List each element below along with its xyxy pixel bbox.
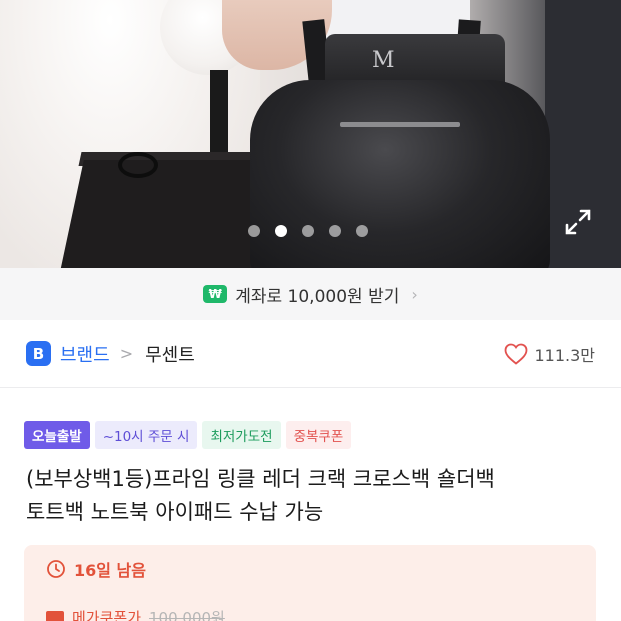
product-title: (보부상백1등)프라임 링클 레더 크랙 크로스백 숄더백 토트백 노트북 아이… — [26, 463, 606, 529]
product-title-line: (보부상백1등)프라임 링클 레더 크랙 크로스백 숄더백 — [26, 467, 495, 491]
bag-monogram: M — [372, 48, 395, 73]
coupon-original-price: 100,000원 — [149, 609, 225, 621]
cashback-text: 계좌로 10,000원 받기 — [235, 286, 400, 307]
chevron-right-icon: › — [411, 284, 418, 304]
heart-icon — [505, 343, 528, 365]
coupon-price-row: 메가쿠폰가 100,000원 — [46, 607, 225, 621]
product-title-line: 토트백 노트북 아이패드 수납 가능 — [26, 500, 324, 524]
like-button[interactable]: 111.3만 — [504, 342, 595, 366]
won-icon: ₩ — [203, 285, 228, 303]
carousel-dot[interactable] — [329, 225, 341, 237]
brand-name-link[interactable]: 무센트 — [145, 341, 195, 367]
brand-label[interactable]: 브랜드 — [60, 341, 110, 367]
carousel-dot[interactable] — [356, 225, 368, 237]
coupon-label: 메가쿠폰가 — [72, 609, 142, 621]
time-left-text: 16일 남음 — [74, 561, 146, 580]
carousel-dot-active[interactable] — [275, 225, 287, 237]
bag-body — [250, 80, 550, 268]
brand-row: B 브랜드 > 무센트 111.3만 — [0, 320, 621, 388]
carousel-dot[interactable] — [302, 225, 314, 237]
tag-today-ship: 오늘출발 — [24, 421, 90, 449]
like-count: 111.3만 — [534, 345, 595, 365]
tag-double-coupon: 중복쿠폰 — [285, 421, 352, 449]
product-image[interactable]: M — [0, 0, 621, 268]
clock-icon — [47, 560, 65, 578]
tag-lowest-price: 최저가도전 — [202, 421, 281, 449]
bag-zipper — [340, 122, 460, 127]
carousel-indicator — [248, 225, 368, 237]
cashback-banner[interactable]: ₩ 계좌로 10,000원 받기 › — [0, 268, 621, 320]
deal-box: 16일 남음 메가쿠폰가 100,000원 — [24, 545, 596, 621]
coupon-icon — [46, 610, 64, 621]
tag-list: 오늘출발 ~10시 주문 시 최저가도전 중복쿠폰 — [24, 421, 352, 449]
expand-icon[interactable] — [562, 206, 594, 238]
breadcrumb-chevron-icon: > — [119, 344, 134, 363]
carousel-dot[interactable] — [248, 225, 260, 237]
photo-cable — [118, 152, 158, 178]
deal-timer: 16일 남음 — [46, 557, 146, 581]
brand-icon: B — [26, 341, 51, 366]
tag-order-cutoff: ~10시 주문 시 — [94, 421, 198, 449]
